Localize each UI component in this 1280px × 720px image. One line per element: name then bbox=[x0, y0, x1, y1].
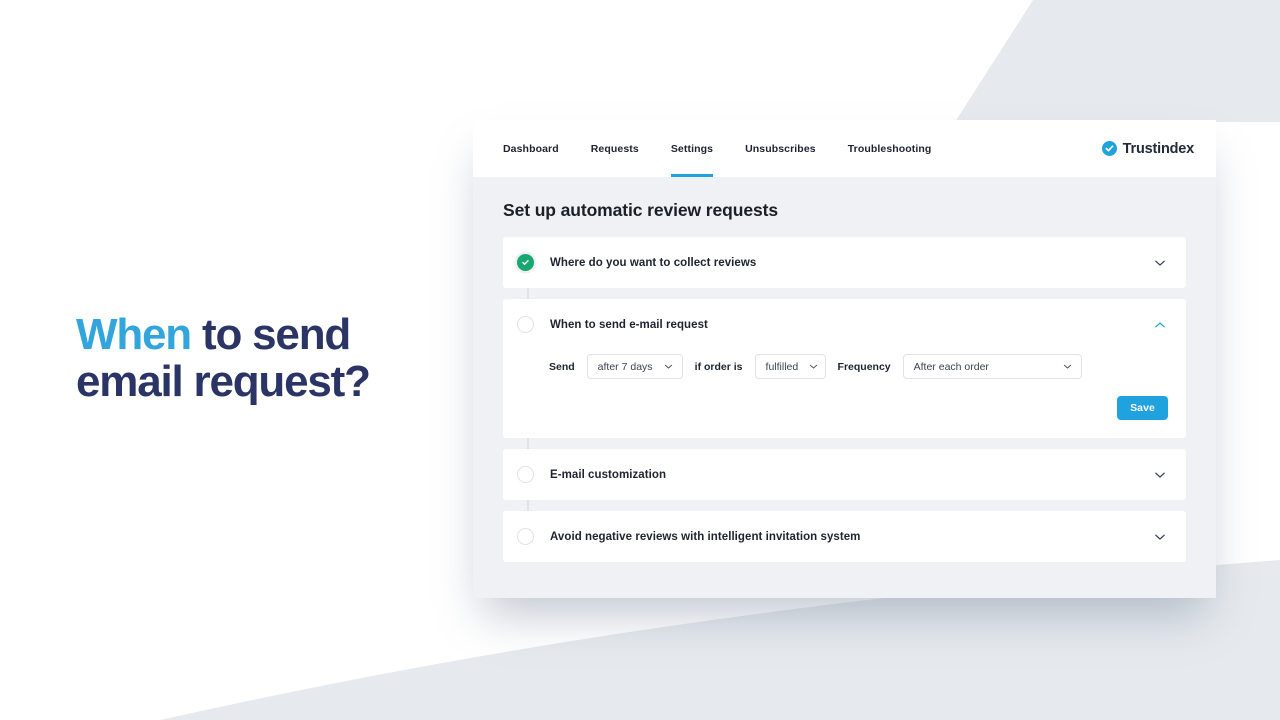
send-settings-form-row: Send after 7 days if order is fulfilled … bbox=[549, 350, 1168, 379]
tab-requests-label: Requests bbox=[590, 142, 639, 155]
chevron-down-icon bbox=[663, 361, 674, 372]
page-content-area: Set up automatic review requests Where d… bbox=[473, 177, 1216, 562]
brand-name: Trustindex bbox=[1122, 140, 1195, 157]
hero-title-rest: to send bbox=[190, 310, 351, 359]
accordion-body-when-to-send: Send after 7 days if order is fulfilled … bbox=[503, 350, 1186, 438]
save-button[interactable]: Save bbox=[1117, 396, 1168, 420]
chevron-down-icon[interactable] bbox=[1152, 255, 1168, 271]
accordion-title-avoid-negative-reviews: Avoid negative reviews with intelligent … bbox=[550, 530, 861, 543]
chevron-down-icon[interactable] bbox=[1152, 467, 1168, 483]
hero-accent-word: When bbox=[76, 310, 192, 359]
setup-steps-accordion: Where do you want to collect reviews Whe… bbox=[503, 237, 1186, 562]
accordion-header-when-to-send[interactable]: When to send e-mail request bbox=[503, 299, 1186, 350]
accordion-panel-email-customization: E-mail customization bbox=[503, 449, 1186, 500]
hero-heading-block: When to send email request? bbox=[76, 310, 456, 406]
frequency-label: Frequency bbox=[837, 360, 891, 373]
frequency-select[interactable]: After each order bbox=[902, 354, 1082, 379]
page-title: Set up automatic review requests bbox=[503, 200, 778, 220]
accordion-header-collect-reviews[interactable]: Where do you want to collect reviews bbox=[503, 237, 1186, 288]
step-status-empty-icon bbox=[517, 528, 534, 545]
accordion-panel-collect-reviews: Where do you want to collect reviews bbox=[503, 237, 1186, 288]
accordion-header-email-customization[interactable]: E-mail customization bbox=[503, 449, 1186, 500]
tab-requests[interactable]: Requests bbox=[575, 120, 655, 177]
tab-troubleshooting[interactable]: Troubleshooting bbox=[832, 120, 948, 177]
top-navigation-bar: Dashboard Requests Settings Unsubscribes… bbox=[473, 120, 1216, 177]
accordion-panel-when-to-send: When to send e-mail request Send after 7… bbox=[503, 299, 1186, 438]
tab-settings-label: Settings bbox=[670, 142, 714, 155]
tab-active-underline bbox=[670, 174, 714, 177]
chevron-down-icon bbox=[808, 361, 819, 372]
tab-dashboard-label: Dashboard bbox=[503, 142, 559, 155]
step-status-check-icon bbox=[517, 254, 534, 271]
order-status-select[interactable]: fulfilled bbox=[754, 354, 826, 379]
accordion-title-collect-reviews: Where do you want to collect reviews bbox=[550, 256, 757, 269]
accordion-panel-avoid-negative-reviews: Avoid negative reviews with intelligent … bbox=[503, 511, 1186, 562]
tab-unsubscribes[interactable]: Unsubscribes bbox=[729, 120, 832, 177]
chevron-down-icon bbox=[1062, 361, 1073, 372]
send-label: Send bbox=[549, 360, 575, 373]
check-badge-icon bbox=[1101, 141, 1117, 156]
tab-settings[interactable]: Settings bbox=[655, 120, 729, 177]
accordion-title-email-customization: E-mail customization bbox=[550, 468, 667, 481]
brand-logo[interactable]: Trustindex bbox=[1101, 140, 1195, 157]
app-window-card: Dashboard Requests Settings Unsubscribes… bbox=[473, 120, 1216, 598]
chevron-down-icon[interactable] bbox=[1152, 529, 1168, 545]
tab-unsubscribes-label: Unsubscribes bbox=[745, 142, 816, 155]
step-status-empty-icon bbox=[517, 316, 534, 333]
order-condition-label: if order is bbox=[694, 360, 743, 373]
hero-title-line2: email request? bbox=[76, 356, 371, 406]
accordion-header-avoid-negative-reviews[interactable]: Avoid negative reviews with intelligent … bbox=[503, 511, 1186, 562]
order-status-value: fulfilled bbox=[765, 360, 799, 373]
nav-tab-list: Dashboard Requests Settings Unsubscribes… bbox=[503, 120, 947, 177]
tab-troubleshooting-label: Troubleshooting bbox=[847, 142, 932, 155]
send-delay-select[interactable]: after 7 days bbox=[586, 354, 683, 379]
tab-dashboard[interactable]: Dashboard bbox=[503, 120, 575, 177]
frequency-value: After each order bbox=[913, 360, 989, 373]
page-hero-title: When to send email request? bbox=[76, 310, 456, 406]
form-actions-row: Save bbox=[549, 396, 1168, 420]
send-delay-value: after 7 days bbox=[597, 360, 653, 373]
step-status-empty-icon bbox=[517, 466, 534, 483]
chevron-up-icon[interactable] bbox=[1152, 317, 1168, 333]
accordion-title-when-to-send: When to send e-mail request bbox=[550, 318, 708, 331]
